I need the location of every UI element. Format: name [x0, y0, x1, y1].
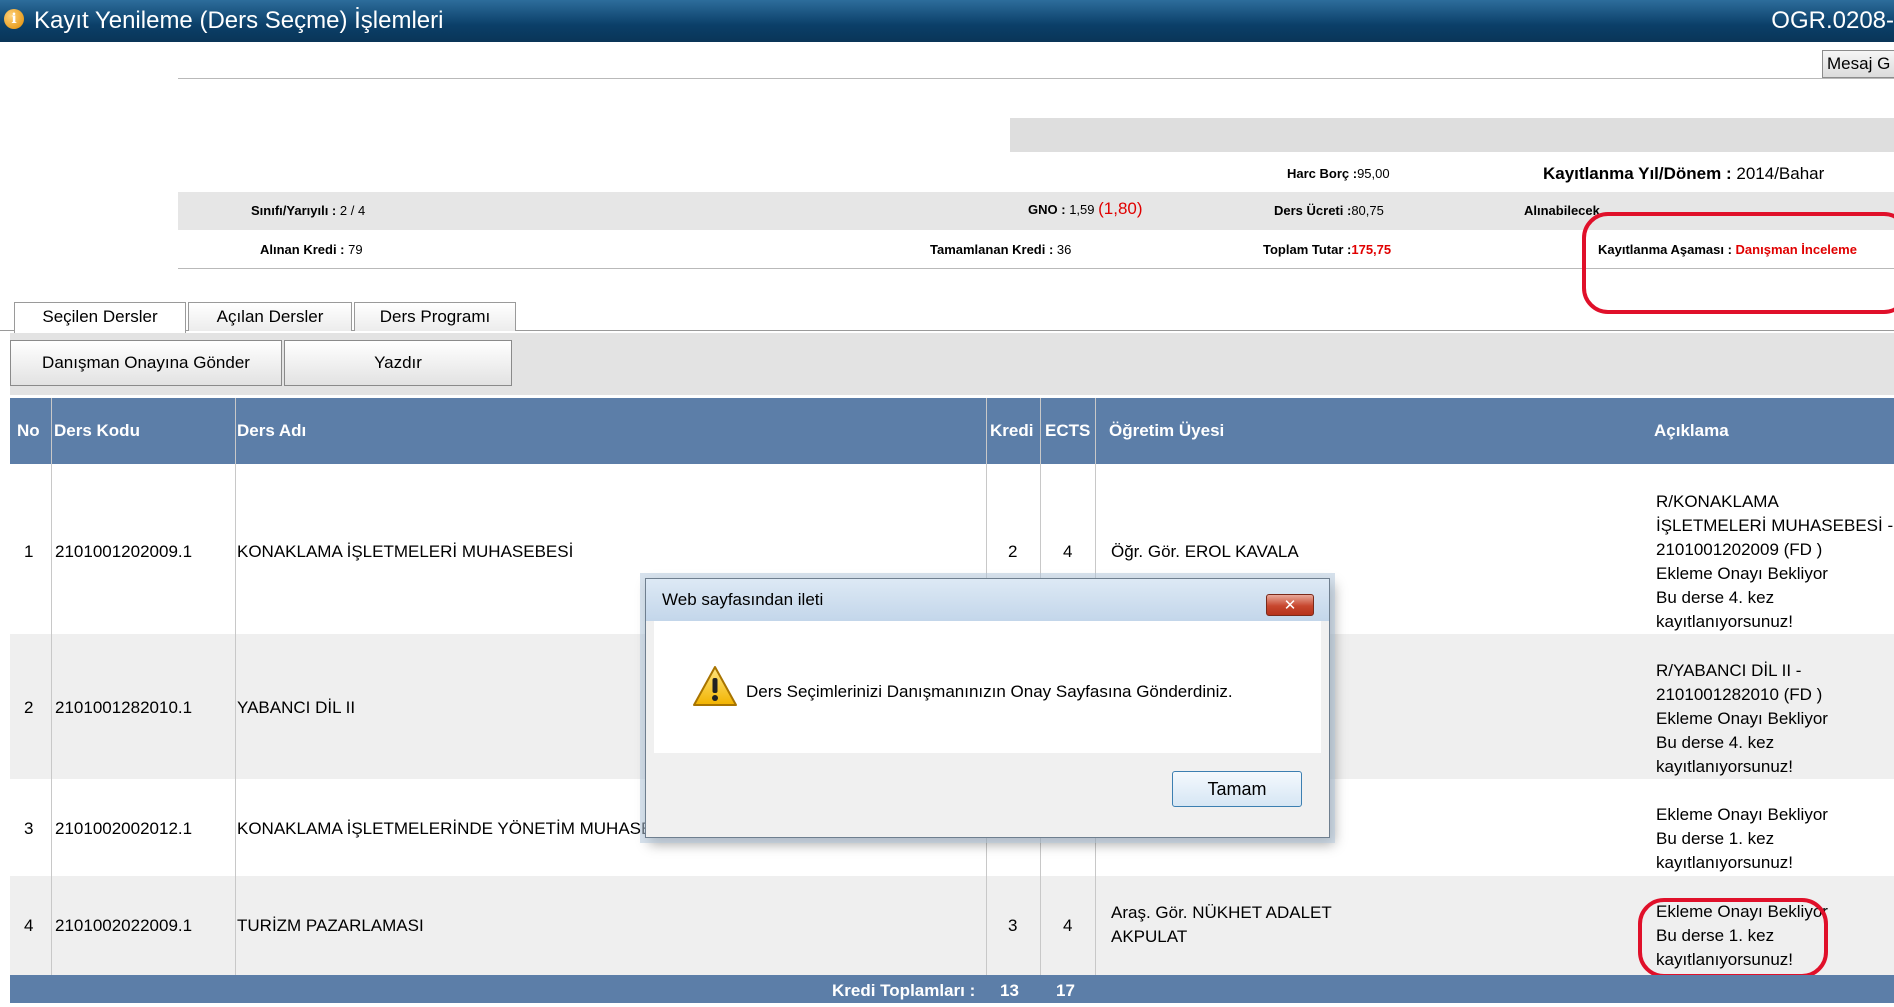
cell-code: 2101002002012.1	[55, 819, 193, 838]
print-button[interactable]: Yazdır	[284, 340, 512, 386]
available-credit-info: Alınabilecek	[1524, 203, 1600, 218]
cell-no: 3	[24, 819, 34, 838]
cell-credit: 2	[1008, 542, 1018, 561]
dialog-message: Ders Seçimlerinizi Danışmanınızın Onay S…	[746, 682, 1233, 701]
harc-info: Harc Borç :95,00	[1287, 166, 1390, 181]
cell-description: R/KONAKLAMA İŞLETMELERİ MUHASEBESİ -21010…	[1656, 492, 1894, 631]
cell-code: 2101001282010.1	[55, 698, 193, 717]
close-icon: ✕	[1283, 596, 1297, 614]
cell-code: 2101001202009.1	[55, 542, 193, 561]
cell-description: R/YABANCI DİL II -2101001282010 (FD ) Ekl…	[1656, 661, 1828, 776]
cell-name: YABANCI DİL II	[237, 698, 356, 717]
col-header-name: Ders Adı	[237, 421, 307, 440]
column-divider	[51, 398, 52, 975]
close-button[interactable]: ✕	[1266, 594, 1314, 616]
fee-info: Ders Ücreti :80,75	[1274, 203, 1384, 218]
credit-totals-label: Kredi Toplamları :	[832, 981, 976, 1000]
window-title: Kayıt Yenileme (Ders Seçme) İşlemleri	[34, 7, 444, 34]
tab-selected-courses[interactable]: Seçilen Dersler	[14, 302, 186, 333]
credit-total: 13	[1000, 981, 1019, 1000]
cell-teacher-line2: AKPULAT	[1111, 927, 1188, 946]
cell-name: KONAKLAMA İŞLETMELERİNDE YÖNETİM MUHASE	[237, 819, 653, 838]
col-header-description: Açıklama	[1654, 421, 1729, 440]
col-header-teacher: Öğretim Üyesi	[1109, 421, 1225, 440]
message-button[interactable]: Mesaj G	[1822, 50, 1894, 78]
info-banner	[1010, 118, 1894, 152]
cell-teacher: Öğr. Gör. EROL KAVALA	[1111, 542, 1299, 561]
col-header-ects: ECTS	[1045, 421, 1091, 440]
divider	[178, 78, 1894, 79]
page-code: OGR.0208-	[1771, 7, 1894, 34]
class-info: Sınıfı/Yarıyılı : 2 / 4	[251, 203, 366, 218]
taken-credit-info: Alınan Kredi : 79	[260, 242, 363, 257]
cell-name: TURİZM PAZARLAMASI	[237, 916, 424, 935]
cell-ects: 4	[1063, 916, 1073, 935]
col-header-no: No	[17, 421, 40, 440]
completed-credit-info: Tamamlanan Kredi : 36	[930, 242, 1072, 257]
ects-total: 17	[1056, 981, 1075, 1000]
ok-button[interactable]: Tamam	[1172, 771, 1302, 807]
warning-icon	[693, 666, 737, 706]
gno-info: GNO : 1,59 (1,80)	[1028, 199, 1143, 218]
tab-offered-courses[interactable]: Açılan Dersler	[188, 302, 352, 331]
tab-course-schedule[interactable]: Ders Programı	[354, 302, 516, 331]
column-divider	[235, 398, 236, 975]
send-to-advisor-button[interactable]: Danışman Onayına Gönder	[10, 340, 282, 386]
col-header-code: Ders Kodu	[54, 421, 140, 440]
cell-no: 2	[24, 698, 34, 717]
cell-ects: 4	[1063, 542, 1073, 561]
cell-no: 1	[24, 542, 34, 561]
cell-teacher: Araş. Gör. NÜKHET ADALET	[1111, 903, 1332, 922]
cell-no: 4	[24, 916, 34, 935]
window-title-bar: i Kayıt Yenileme (Ders Seçme) İşlemleri …	[0, 0, 1894, 42]
cell-name: KONAKLAMA İŞLETMELERİ MUHASEBESİ	[237, 542, 574, 561]
highlight-circle	[1638, 898, 1828, 978]
info-icon: i	[4, 9, 24, 29]
dialog-title: Web sayfasından ileti	[662, 590, 824, 609]
total-amount-info: Toplam Tutar :175,75	[1263, 242, 1392, 257]
cell-code: 2101002022009.1	[55, 916, 193, 935]
col-header-credit: Kredi	[990, 421, 1034, 440]
message-dialog: Web sayfasından ileti ✕ Ders Seçimlerini…	[645, 578, 1330, 838]
year-info: Kayıtlanma Yıl/Dönem : 2014/Bahar	[1543, 164, 1825, 183]
cell-description: Ekleme Onayı Bekliyor Bu derse 1. kez kayı…	[1656, 805, 1828, 872]
cell-credit: 3	[1008, 916, 1018, 935]
